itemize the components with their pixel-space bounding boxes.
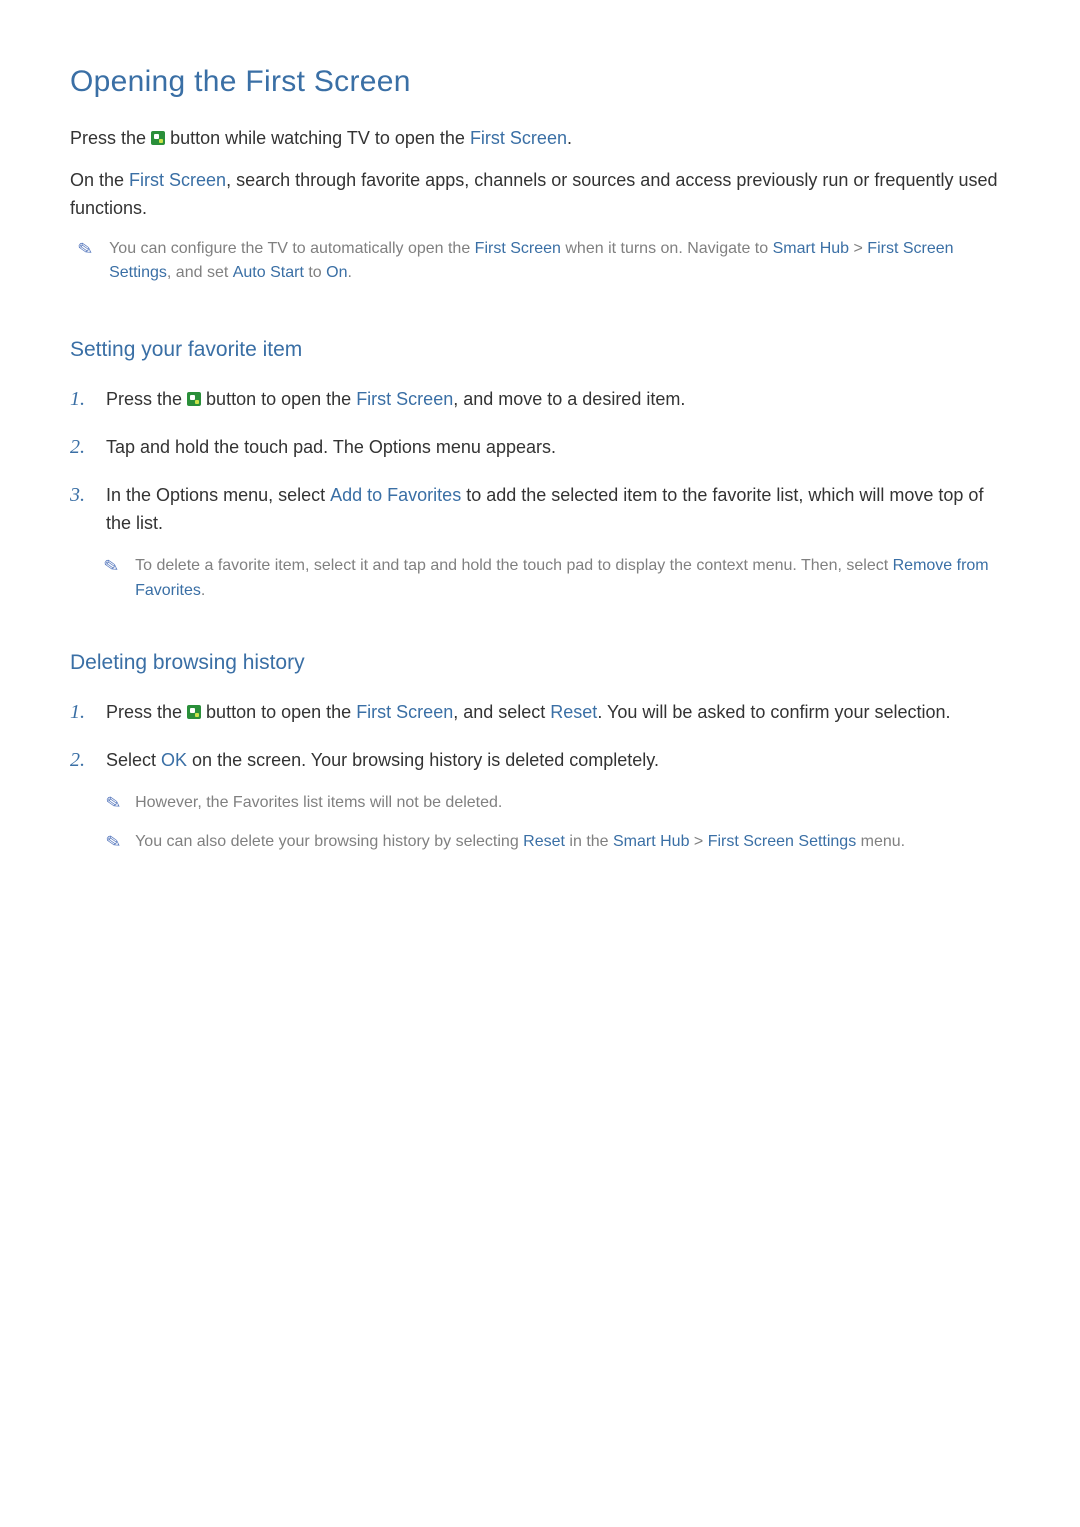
step-number: 2. [70, 434, 88, 462]
text: On the [70, 170, 129, 190]
text: You can also delete your browsing histor… [135, 833, 523, 850]
note-remove-favorite: ✎ To delete a favorite item, select it a… [106, 554, 1010, 604]
intro-paragraph-1: Press the button while watching TV to op… [70, 125, 1010, 153]
section-heading-favorite: Setting your favorite item [70, 338, 1010, 362]
text: in the [565, 833, 613, 850]
text: button to open the [201, 389, 356, 409]
text: . [347, 264, 351, 281]
separator: > [849, 240, 867, 257]
step-text: Tap and hold the touch pad. The Options … [106, 434, 1010, 462]
text: To delete a favorite item, select it and… [135, 557, 893, 574]
link-smart-hub: Smart Hub [613, 833, 689, 850]
link-first-screen: First Screen [356, 702, 453, 722]
pencil-icon: ✎ [102, 553, 125, 604]
smart-hub-icon [151, 131, 165, 145]
note-text: To delete a favorite item, select it and… [135, 554, 1002, 604]
document-page: Opening the First Screen Press the butto… [0, 0, 1080, 974]
note-text: However, the Favorites list items will n… [135, 791, 502, 816]
note-auto-start: ✎ You can configure the TV to automatica… [80, 237, 1010, 287]
link-on: On [326, 264, 347, 281]
pencil-icon: ✎ [104, 829, 123, 856]
link-first-screen: First Screen [129, 170, 226, 190]
steps-delete: 1. Press the button to open the First Sc… [70, 699, 1010, 869]
text: menu. [856, 833, 905, 850]
text: . [201, 582, 205, 599]
step-text: In the Options menu, select Add to Favor… [106, 482, 1010, 538]
link-reset: Reset [523, 833, 565, 850]
steps-favorite: 1. Press the button to open the First Sc… [70, 386, 1010, 617]
link-first-screen: First Screen [470, 128, 567, 148]
text: , and select [453, 702, 550, 722]
note-text: You can also delete your browsing histor… [135, 830, 905, 855]
smart-hub-icon [187, 705, 201, 719]
text: Press the [106, 389, 187, 409]
section-heading-delete: Deleting browsing history [70, 651, 1010, 675]
link-smart-hub: Smart Hub [773, 240, 849, 257]
text: to [304, 264, 326, 281]
text: . [567, 128, 572, 148]
smart-hub-icon [187, 392, 201, 406]
link-first-screen-settings: First Screen Settings [708, 833, 857, 850]
text: Press the [106, 702, 187, 722]
step-item: 2. Select OK on the screen. Your browsin… [70, 747, 1010, 869]
link-auto-start: Auto Start [233, 264, 304, 281]
text: button while watching TV to open the [170, 128, 470, 148]
text: Select [106, 750, 161, 770]
step-text: Press the button to open the First Scree… [106, 386, 1010, 414]
note-text: You can configure the TV to automaticall… [109, 237, 1002, 287]
step-item: 1. Press the button to open the First Sc… [70, 386, 1010, 414]
text: You can configure the TV to automaticall… [109, 240, 475, 257]
step-item: 3. In the Options menu, select Add to Fa… [70, 482, 1010, 617]
link-reset: Reset [550, 702, 597, 722]
step-number: 3. [70, 482, 88, 617]
text: button to open the [201, 702, 356, 722]
link-first-screen: First Screen [356, 389, 453, 409]
pencil-icon: ✎ [76, 236, 99, 287]
step-item: 2. Tap and hold the touch pad. The Optio… [70, 434, 1010, 462]
step-item: 1. Press the button to open the First Sc… [70, 699, 1010, 727]
text: , and set [167, 264, 233, 281]
step-number: 1. [70, 699, 88, 727]
text: Press the [70, 128, 151, 148]
text: , and move to a desired item. [453, 389, 685, 409]
note-reset-menu: ✎ You can also delete your browsing hist… [106, 830, 1010, 855]
intro-paragraph-2: On the First Screen, search through favo… [70, 167, 1010, 223]
pencil-icon: ✎ [104, 790, 123, 817]
note-favorites-not-deleted: ✎ However, the Favorites list items will… [106, 791, 1010, 816]
text: . You will be asked to confirm your sele… [597, 702, 950, 722]
step-number: 2. [70, 747, 88, 869]
page-title: Opening the First Screen [70, 65, 1010, 99]
text: on the screen. Your browsing history is … [187, 750, 659, 770]
link-add-to-favorites: Add to Favorites [330, 485, 461, 505]
step-text: Select OK on the screen. Your browsing h… [106, 747, 1010, 775]
separator: > [689, 833, 707, 850]
link-first-screen: First Screen [475, 240, 561, 257]
step-text: Press the button to open the First Scree… [106, 699, 1010, 727]
link-ok: OK [161, 750, 187, 770]
step-number: 1. [70, 386, 88, 414]
text: In the Options menu, select [106, 485, 330, 505]
text: when it turns on. Navigate to [561, 240, 773, 257]
